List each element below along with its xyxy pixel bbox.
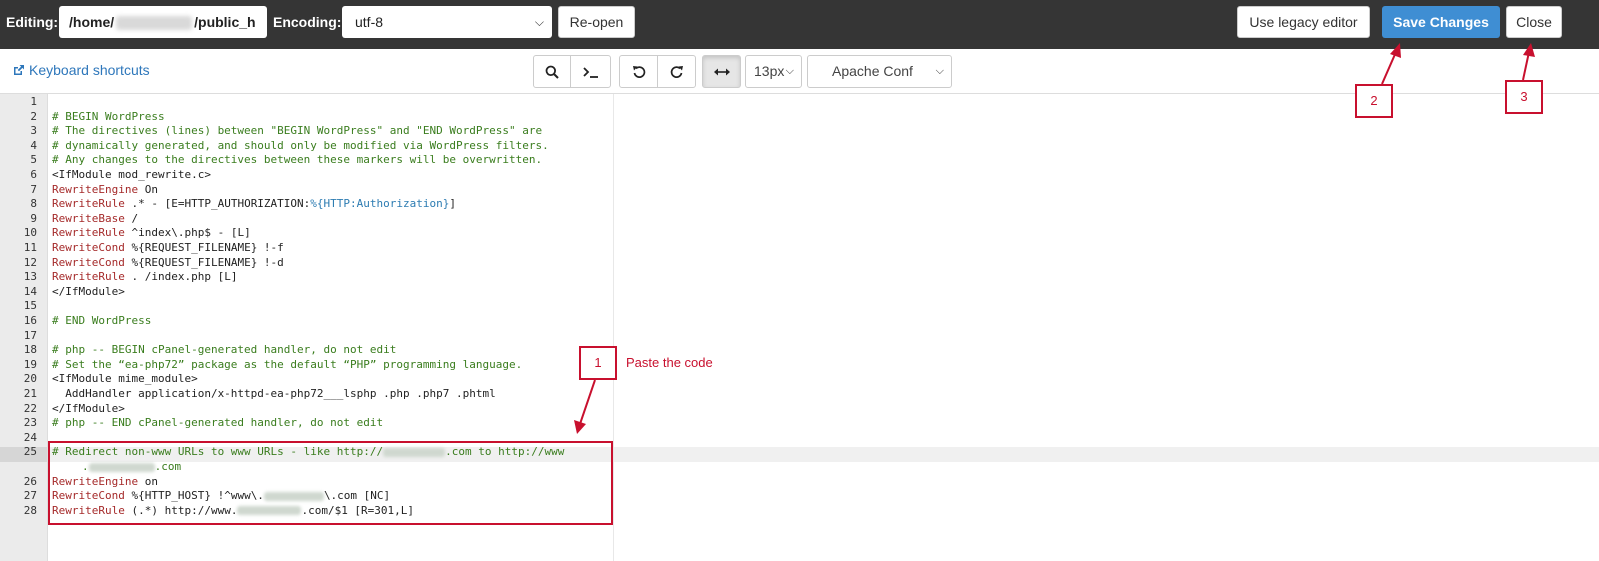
code-line: # php -- BEGIN cPanel-generated handler,… [52, 343, 397, 357]
chevron-down-icon: ⌵ [935, 65, 944, 77]
search-icon [545, 65, 559, 79]
code-line: # END WordPress [52, 314, 152, 327]
line-number: 24 [23, 430, 37, 444]
encoding-select[interactable]: utf-8 ⌵ [342, 6, 552, 38]
code-line: </IfModule> [52, 284, 125, 298]
font-size-select[interactable]: 13px ⌵ [745, 55, 802, 88]
code-line: # BEGIN WordPress [52, 109, 165, 123]
line-number: 3 [30, 124, 37, 138]
line-number: 13 [23, 270, 37, 284]
annotation-number-3: 3 [1505, 80, 1543, 114]
code-line: RewriteCond %{REQUEST_FILENAME} !-d [52, 255, 284, 269]
line-number: 4 [30, 138, 37, 152]
line-number: 12 [23, 255, 37, 269]
highlight-box-pasted-code [48, 441, 613, 525]
line-number: 18 [23, 343, 37, 357]
code-line: </IfModule> [52, 401, 125, 415]
line-number: 19 [23, 357, 37, 371]
code-line: <IfModule mod_rewrite.c> [52, 168, 211, 181]
arrow-3 [1522, 51, 1530, 81]
search-button[interactable] [533, 55, 571, 88]
line-number: 21 [23, 387, 37, 400]
horizontal-arrows-icon [713, 68, 730, 75]
annotation-number-2: 2 [1355, 84, 1393, 118]
code-line: RewriteRule . /index.php [L] [52, 270, 238, 284]
code-line: RewriteBase / [52, 211, 139, 225]
line-number: 1 [30, 95, 37, 108]
font-size-value: 13px [754, 63, 785, 79]
external-link-icon [14, 65, 24, 75]
line-number: 22 [23, 401, 37, 415]
line-number: 25 [23, 445, 37, 459]
arrow-2 [1381, 51, 1397, 85]
goto-line-button[interactable] [570, 55, 611, 88]
line-number: 10 [23, 226, 37, 240]
line-number: 9 [30, 211, 37, 225]
keyboard-shortcuts-label: Keyboard shortcuts [29, 62, 150, 78]
close-button[interactable]: Close [1506, 6, 1562, 38]
encoding-label: Encoding: [273, 14, 342, 30]
encoding-value: utf-8 [355, 14, 384, 30]
reopen-button[interactable]: Re-open [558, 6, 635, 38]
line-number: 6 [30, 168, 37, 181]
path-suffix: /public_h [194, 14, 256, 30]
code-line: RewriteEngine On [52, 182, 158, 196]
line-number: 8 [30, 197, 37, 211]
print-margin [613, 94, 614, 561]
arrow-1 [579, 379, 596, 425]
chevron-down-icon: ⌵ [785, 65, 794, 77]
annotation-number-1: 1 [579, 346, 617, 380]
line-number: 20 [23, 372, 37, 386]
redo-icon [670, 65, 683, 78]
file-path-field[interactable]: /home/ /public_h [59, 6, 267, 38]
syntax-mode-select[interactable]: Apache Conf ⌵ [807, 55, 952, 88]
redo-button[interactable] [657, 55, 696, 88]
code-line: RewriteRule .* - [E=HTTP_AUTHORIZATION:%… [52, 197, 456, 211]
keyboard-shortcuts-link[interactable]: Keyboard shortcuts [13, 62, 150, 78]
line-number: 23 [23, 416, 37, 430]
syntax-mode-value: Apache Conf [832, 63, 913, 79]
line-number: 14 [23, 284, 37, 298]
code-line: # Any changes to the directives between … [52, 153, 543, 167]
chevron-down-icon: ⌵ [534, 15, 544, 29]
line-number: 27 [23, 489, 37, 503]
undo-button[interactable] [619, 55, 658, 88]
code-line: # Set the “ea-php72” package as the defa… [52, 357, 523, 371]
undo-icon [632, 65, 645, 78]
terminal-icon [582, 66, 598, 78]
line-number: 16 [23, 314, 37, 327]
code-line: # php -- END cPanel-generated handler, d… [52, 416, 384, 430]
use-legacy-editor-button[interactable]: Use legacy editor [1237, 6, 1370, 38]
code-line: # dynamically generated, and should only… [52, 138, 549, 152]
editing-label: Editing: [6, 14, 59, 30]
line-number: 11 [23, 241, 37, 254]
line-number: 7 [30, 182, 37, 196]
line-number: 28 [23, 503, 37, 517]
code-line: # The directives (lines) between "BEGIN … [52, 124, 543, 138]
word-wrap-toggle[interactable] [702, 55, 741, 88]
code-line: RewriteRule ^index\.php$ - [L] [52, 226, 251, 240]
line-number: 26 [23, 474, 37, 488]
line-number: 15 [23, 299, 37, 313]
line-number: 2 [30, 109, 37, 123]
redacted-username [116, 16, 193, 31]
arrow-head-1 [574, 420, 586, 434]
line-number: 5 [30, 153, 37, 167]
code-line: RewriteCond %{REQUEST_FILENAME} !-f [52, 241, 284, 254]
path-prefix: /home/ [69, 14, 115, 30]
save-changes-button[interactable]: Save Changes [1382, 6, 1500, 38]
line-number: 17 [23, 328, 37, 342]
code-line: AddHandler application/x-httpd-ea-php72_… [52, 387, 496, 400]
annotation-paste-text: Paste the code [626, 355, 713, 370]
line-number-gutter: 1 2 3 4 5 6 7 8 9 10 11 12 13 14 15 16 17 18 19 20 21 22 23 24 2… [0, 94, 48, 561]
code-line: <IfModule mime_module> [52, 372, 198, 386]
editor-topbar: Editing: /home/ /public_h Encoding: utf-8… [0, 0, 1599, 49]
